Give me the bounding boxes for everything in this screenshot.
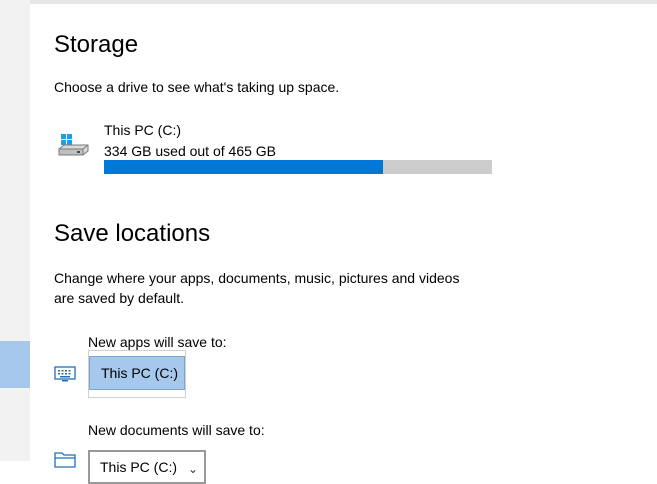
apps-save-label: New apps will save to: bbox=[88, 334, 227, 350]
documents-save-value: This PC (C:) bbox=[100, 459, 177, 475]
sidebar-selected-indicator[interactable] bbox=[0, 341, 30, 388]
documents-save-label: New documents will save to: bbox=[88, 422, 265, 438]
windows-drive-icon bbox=[58, 134, 89, 156]
save-locations-heading: Save locations bbox=[54, 220, 211, 247]
apps-save-dropdown[interactable]: This PC (C:) bbox=[88, 350, 186, 398]
documents-save-dropdown[interactable]: This PC (C:) ⌄ bbox=[88, 450, 206, 484]
monitor-keyboard-icon bbox=[54, 366, 76, 382]
drive-usage-bar bbox=[104, 160, 492, 174]
chevron-down-icon: ⌄ bbox=[187, 462, 198, 476]
folder-icon bbox=[54, 452, 76, 468]
save-locations-description-line1: Change where your apps, documents, music… bbox=[54, 270, 460, 286]
drive-usage-text: 334 GB used out of 465 GB bbox=[104, 143, 277, 159]
storage-heading: Storage bbox=[54, 31, 139, 58]
sidebar bbox=[0, 0, 30, 461]
drive-name: This PC (C:) bbox=[104, 122, 181, 138]
settings-content: Storage Choose a drive to see what's tak… bbox=[30, 4, 657, 484]
storage-description: Choose a drive to see what's taking up s… bbox=[54, 79, 340, 95]
save-locations-description-line2: are saved by default. bbox=[54, 290, 184, 306]
drive-usage-fill bbox=[104, 160, 383, 174]
apps-save-option-selected[interactable]: This PC (C:) bbox=[89, 356, 185, 390]
